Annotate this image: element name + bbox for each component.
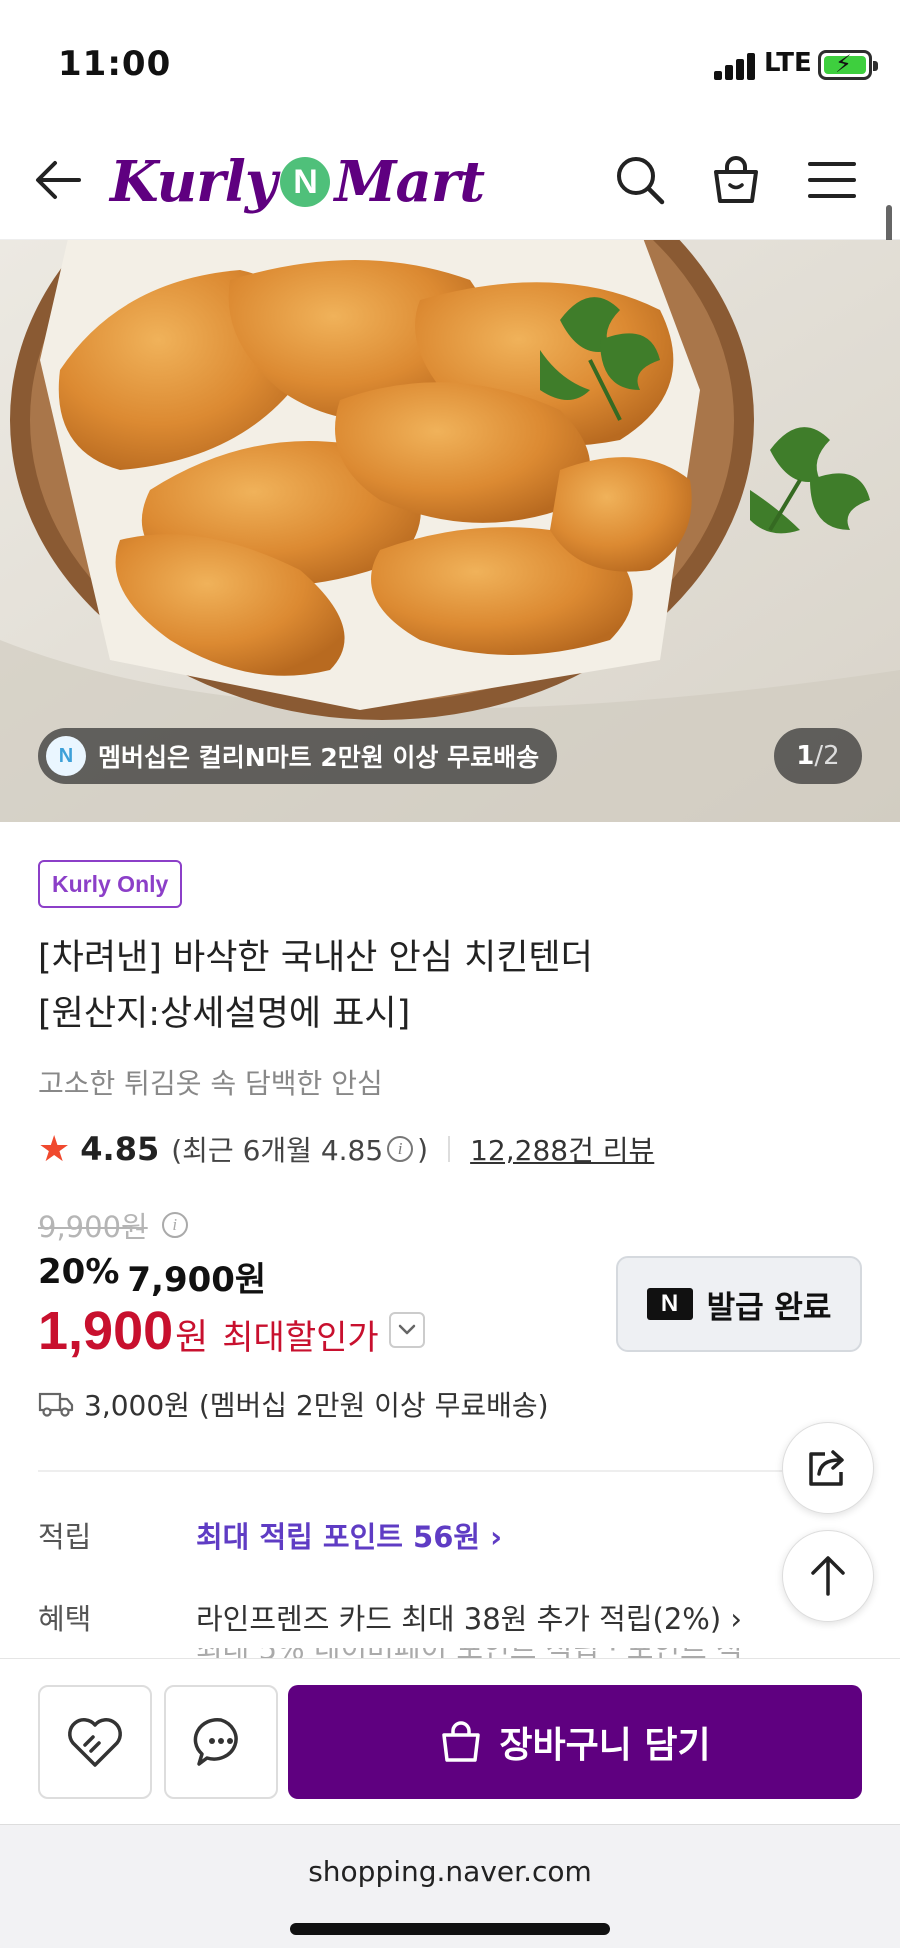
truck-icon bbox=[38, 1392, 74, 1417]
coupon-label: 발급 완료 bbox=[706, 1289, 832, 1326]
kurly-only-badge: Kurly Only bbox=[38, 860, 183, 908]
max-discount-price: 1,900 bbox=[38, 1301, 174, 1361]
browser-address-bar[interactable]: shopping.naver.com bbox=[0, 1824, 900, 1948]
sale-price-row: 20% 7,900원 bbox=[38, 1252, 266, 1301]
rating-row: ★ 4.85 (최근 6개월 4.85 i ) 12,288건 리뷰 bbox=[38, 1126, 654, 1172]
rating-score: 4.85 bbox=[80, 1130, 160, 1168]
naver-coupon-icon: N bbox=[646, 1288, 693, 1320]
product-subtitle: 고소한 튀김옷 속 담백한 안심 bbox=[38, 1067, 383, 1100]
benefit-link[interactable]: 라인프렌즈 카드 최대 38원 추가 적립(2%) › bbox=[196, 1596, 742, 1638]
status-time: 11:00 bbox=[58, 44, 172, 84]
kurly-n-mart-logo[interactable]: Kurly N Mart bbox=[110, 142, 485, 222]
chevron-down-icon[interactable] bbox=[388, 1312, 425, 1348]
battery-charging-icon: ⚡ bbox=[818, 50, 878, 80]
product-image-carousel[interactable]: N 멤버십은 컬리N마트 2만원 이상 무료배송 1 / 2 bbox=[0, 240, 900, 822]
original-price: 9,900원 bbox=[38, 1210, 148, 1244]
scroll-top-icon[interactable] bbox=[782, 1530, 874, 1622]
bottom-action-bar: 장바구니 담기 bbox=[0, 1658, 900, 1824]
max-discount-label: 최대할인가 bbox=[222, 1318, 379, 1358]
signal-icon bbox=[714, 52, 758, 80]
original-price-row: 9,900원 i bbox=[38, 1204, 192, 1246]
delivery-text: 3,000원 (멤버십 2만원 이상 무료배송) bbox=[84, 1389, 549, 1422]
product-title-line-2: [원산지:상세설명에 표시] bbox=[38, 994, 411, 1034]
coupon-issued-button[interactable]: N 발급 완료 bbox=[616, 1256, 862, 1352]
status-bar: 11:00 LTE ⚡ bbox=[0, 0, 900, 120]
wishlist-heart-icon[interactable] bbox=[38, 1685, 152, 1799]
sale-price: 7,900원 bbox=[127, 1260, 267, 1300]
membership-promo-chip[interactable]: N 멤버십은 컬리N마트 2만원 이상 무료배송 bbox=[38, 728, 558, 784]
logo-kurly: Kurly bbox=[110, 149, 277, 215]
max-discount-row: 1,900 원 최대할인가 bbox=[38, 1300, 425, 1361]
divider bbox=[448, 1136, 451, 1162]
shopping-bag-icon[interactable] bbox=[704, 148, 768, 212]
search-icon[interactable] bbox=[608, 148, 672, 212]
chat-icon[interactable] bbox=[164, 1685, 278, 1799]
review-count-link[interactable]: 12,288건 리뷰 bbox=[470, 1129, 654, 1169]
home-indicator[interactable] bbox=[290, 1923, 610, 1935]
page-current: 1 bbox=[796, 741, 815, 771]
top-header: Kurly N Mart bbox=[0, 120, 900, 240]
membership-icon: N bbox=[46, 736, 86, 776]
promo-text: 멤버십은 컬리N마트 2만원 이상 무료배송 bbox=[98, 743, 540, 772]
logo-n-mark: N bbox=[280, 157, 331, 207]
product-title: [차려낸] 바삭한 국내산 안심 치킨텐더 [원산지:상세설명에 표시] bbox=[38, 930, 858, 1042]
page-separator: / bbox=[814, 741, 824, 771]
price-info-icon[interactable]: i bbox=[161, 1212, 188, 1238]
add-to-cart-button[interactable]: 장바구니 담기 bbox=[288, 1685, 862, 1799]
network-label: LTE bbox=[764, 48, 812, 78]
add-to-cart-label: 장바구니 담기 bbox=[499, 1725, 711, 1766]
points-row: 적립 최대 적립 포인트 56원 › bbox=[38, 1514, 502, 1556]
logo-mart: Mart bbox=[334, 149, 485, 215]
points-link[interactable]: 최대 적립 포인트 56원 › bbox=[196, 1514, 502, 1556]
share-icon[interactable] bbox=[782, 1422, 874, 1514]
info-icon[interactable]: i bbox=[387, 1136, 414, 1162]
recent-rating-close: ) bbox=[417, 1132, 429, 1166]
discount-rate: 20% bbox=[38, 1252, 120, 1292]
max-discount-unit: 원 bbox=[175, 1317, 209, 1358]
recent-rating-label: (최근 6개월 4.85 bbox=[171, 1134, 384, 1167]
page-total: 2 bbox=[823, 741, 840, 771]
delivery-info-row: 3,000원 (멤버십 2만원 이상 무료배송) bbox=[38, 1384, 549, 1424]
product-title-line-1: [차려낸] 바삭한 국내산 안심 치킨텐더 bbox=[38, 938, 593, 978]
benefit-label: 혜택 bbox=[38, 1602, 92, 1636]
image-page-indicator: 1 / 2 bbox=[774, 728, 862, 784]
benefit-row: 혜택 라인프렌즈 카드 최대 38원 추가 적립(2%) › bbox=[38, 1596, 742, 1638]
back-arrow-icon[interactable] bbox=[26, 148, 90, 212]
menu-icon[interactable] bbox=[800, 148, 864, 212]
section-divider bbox=[38, 1470, 784, 1472]
url-text[interactable]: shopping.naver.com bbox=[0, 1855, 900, 1888]
points-label: 적립 bbox=[38, 1520, 92, 1554]
cart-bag-icon bbox=[442, 1721, 481, 1762]
star-icon: ★ bbox=[38, 1128, 71, 1170]
